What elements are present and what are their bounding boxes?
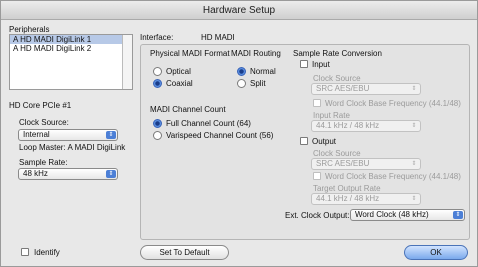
input-rate-label: Input Rate [313,111,350,120]
card-name: HD Core PCIe #1 [9,101,72,110]
input-word-clock-label: Word Clock Base Frequency (44.1/48) [325,99,461,108]
output-clock-source-select[interactable]: SRC AES/EBU ⇕ [311,158,421,170]
identify-checkbox[interactable] [21,248,29,256]
coaxial-radio[interactable] [153,79,162,88]
channel-count-label: MADI Channel Count [150,105,226,114]
updown-arrows-icon: ⇕ [106,131,116,139]
updown-arrows-icon: ⇕ [453,211,463,219]
window-title: Hardware Setup [1,1,477,20]
target-output-rate-label: Target Output Rate [313,184,381,193]
full-channel-radio[interactable] [153,119,162,128]
clock-source-label: Clock Source: [19,118,69,127]
optical-radio[interactable] [153,67,162,76]
updown-arrows-icon: ⇕ [106,170,116,178]
optical-label: Optical [166,67,191,76]
input-label: Input [312,60,330,69]
hardware-setup-window: Hardware Setup Peripherals A HD MADI Dig… [0,0,478,267]
output-rate-value: 44.1 kHz / 48 kHz [316,194,380,203]
split-radio[interactable] [237,79,246,88]
sample-rate-select[interactable]: 48 kHz ⇕ [18,168,118,180]
output-clock-source-value: SRC AES/EBU [316,159,370,168]
split-label: Split [250,79,266,88]
output-checkbox[interactable] [300,137,308,145]
peripheral-item-1[interactable]: A HD MADI DigiLink 1 [10,35,132,44]
updown-arrows-icon: ⇕ [411,123,417,129]
output-clock-source-label: Clock Source [313,149,361,158]
output-word-clock-checkbox[interactable] [313,172,321,180]
output-label: Output [312,137,337,146]
updown-arrows-icon: ⇕ [411,86,417,92]
input-clock-source-select[interactable]: SRC AES/EBU ⇕ [311,83,421,95]
ext-clock-value: Word Clock (48 kHz) [355,210,429,219]
input-rate-select[interactable]: 44.1 kHz / 48 kHz ⇕ [311,120,421,132]
normal-label: Normal [250,67,276,76]
interface-settings-panel: Physical MADI Format Optical Coaxial MAD… [140,44,470,240]
sample-rate-value: 48 kHz [23,169,48,178]
ok-button[interactable]: OK [404,245,468,260]
loop-master-text: Loop Master: A MADI DigiLink [19,143,126,152]
interface-label: Interface: [140,33,174,42]
input-clock-source-value: SRC AES/EBU [316,84,370,93]
set-to-default-button[interactable]: Set To Default [140,245,229,260]
varispeed-channel-label: Varispeed Channel Count (56) [166,131,274,140]
peripherals-scrollbar[interactable] [122,35,132,89]
output-rate-select[interactable]: 44.1 kHz / 48 kHz ⇕ [311,193,421,205]
output-word-clock-label: Word Clock Base Frequency (44.1/48) [325,172,461,181]
sample-rate-label: Sample Rate: [19,158,68,167]
coaxial-label: Coaxial [166,79,193,88]
ext-clock-label: Ext. Clock Output: [285,211,350,220]
updown-arrows-icon: ⇕ [411,161,417,167]
peripherals-label: Peripherals [9,25,50,34]
interface-value: HD MADI [201,33,235,42]
identify-label: Identify [34,248,60,257]
input-word-clock-checkbox[interactable] [313,99,321,107]
peripherals-list[interactable]: A HD MADI DigiLink 1 A HD MADI DigiLink … [9,34,133,90]
physical-format-label: Physical MADI Format [150,49,230,58]
normal-radio[interactable] [237,67,246,76]
peripheral-item-2[interactable]: A HD MADI DigiLink 2 [10,44,132,53]
input-checkbox[interactable] [300,60,308,68]
full-channel-label: Full Channel Count (64) [166,119,251,128]
src-label: Sample Rate Conversion [293,49,382,58]
varispeed-channel-radio[interactable] [153,131,162,140]
updown-arrows-icon: ⇕ [411,196,417,202]
clock-source-value: Internal [23,130,50,139]
ext-clock-select[interactable]: Word Clock (48 kHz) ⇕ [350,209,465,221]
clock-source-select[interactable]: Internal ⇕ [18,129,118,141]
madi-routing-label: MADI Routing [231,49,281,58]
input-rate-value: 44.1 kHz / 48 kHz [316,121,380,130]
input-clock-source-label: Clock Source [313,74,361,83]
